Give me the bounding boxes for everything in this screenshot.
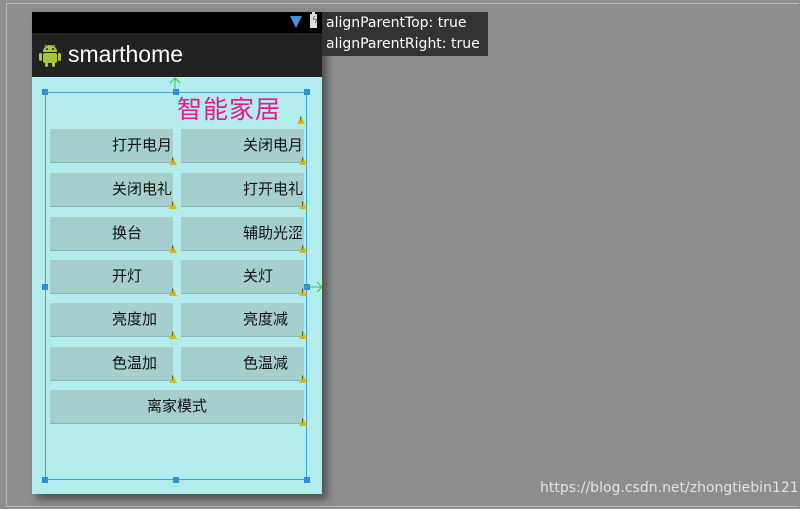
button-away-mode[interactable]: 离家模式 <box>50 389 304 424</box>
warning-icon <box>169 331 177 339</box>
android-icon <box>39 44 61 67</box>
resize-handle-bottom[interactable] <box>173 477 179 483</box>
button-close-tv[interactable]: 关闭电月 <box>181 128 304 163</box>
button-auxiliary-light[interactable]: 辅助光涩 <box>181 216 304 251</box>
resize-handle-top-right[interactable] <box>304 89 310 95</box>
warning-icon <box>299 245 307 253</box>
button-open-tv[interactable]: 打开电月 <box>50 128 173 163</box>
tooltip-line-align-right: alignParentRight: true <box>326 36 480 52</box>
device-preview: ϟ smarthome 智能家居 打开电月 关闭电月 关闭 <box>32 12 322 494</box>
layout-params-tooltip: alignParentTop: true alignParentRight: t… <box>322 12 488 56</box>
button-open-curtain[interactable]: 打开电礼 <box>181 172 304 207</box>
warning-icon <box>169 245 177 253</box>
button-brightness-down[interactable]: 亮度减 <box>181 302 304 337</box>
warning-icon <box>169 375 177 383</box>
button-close-curtain[interactable]: 关闭电礼 <box>50 172 173 207</box>
wifi-icon <box>290 16 302 28</box>
button-light-off[interactable]: 关灯 <box>181 259 304 294</box>
button-color-temp-up[interactable]: 色温加 <box>50 346 173 381</box>
resize-handle-bottom-right[interactable] <box>304 477 310 483</box>
status-bar: ϟ <box>32 12 322 33</box>
warning-icon <box>169 201 177 209</box>
tooltip-line-align-top: alignParentTop: true <box>326 15 467 31</box>
resize-handle-bottom-left[interactable] <box>42 477 48 483</box>
page-heading: 智能家居 <box>177 95 282 124</box>
resize-handle-top-left[interactable] <box>42 89 48 95</box>
watermark: https://blog.csdn.net/zhongtiebin121 <box>540 480 799 496</box>
battery-icon: ϟ <box>310 12 318 28</box>
anchor-arrow-right-icon <box>304 281 323 293</box>
app-title: smarthome <box>68 41 184 67</box>
button-brightness-up[interactable]: 亮度加 <box>50 302 173 337</box>
button-color-temp-down[interactable]: 色温减 <box>181 346 304 381</box>
warning-icon <box>169 288 177 296</box>
button-change-channel[interactable]: 换台 <box>50 216 173 251</box>
resize-handle-left[interactable] <box>42 284 48 290</box>
warning-icon <box>299 418 307 426</box>
action-bar: smarthome <box>32 33 322 77</box>
warning-icon <box>299 157 307 165</box>
warning-icon <box>169 157 177 165</box>
warning-icon <box>299 375 307 383</box>
warning-icon <box>297 116 305 124</box>
button-light-on[interactable]: 开灯 <box>50 259 173 294</box>
warning-icon <box>299 331 307 339</box>
warning-icon <box>299 201 307 209</box>
